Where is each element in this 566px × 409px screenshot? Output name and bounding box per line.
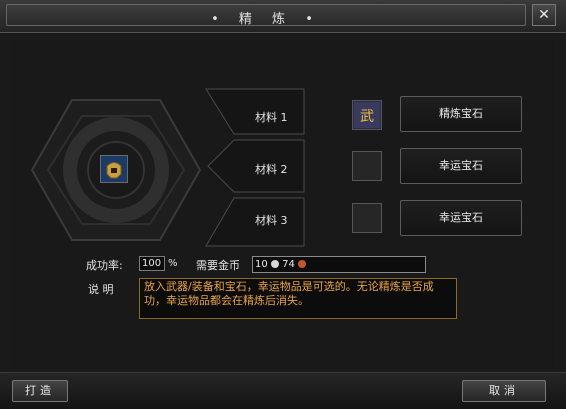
gold-amount: 10 — [255, 259, 268, 270]
material-2-gem-name[interactable]: 幸运宝石 — [400, 148, 522, 184]
gold-required-field: 10 74 — [252, 256, 426, 273]
craft-button[interactable]: 打造 — [12, 380, 68, 402]
close-button[interactable]: ✕ — [532, 4, 556, 26]
weapon-gem-icon: 武 — [354, 102, 380, 128]
success-rate-label: 成功率: — [86, 259, 123, 272]
material-1-slot[interactable]: 武 — [352, 100, 382, 130]
material-3-gem-name[interactable]: 幸运宝石 — [400, 200, 522, 236]
title-plate: • 精 炼 • — [6, 4, 526, 27]
title-bar[interactable]: • 精 炼 • ✕ — [0, 0, 566, 33]
description-box: 放入武器/装备和宝石，幸运物品是可选的。无论精炼是否成功，幸运物品都会在精炼后消… — [139, 278, 457, 319]
close-icon: ✕ — [538, 7, 550, 23]
material-1-gem-name[interactable]: 精炼宝石 — [400, 96, 522, 132]
material-2-label: 材料 2 — [255, 163, 288, 176]
cancel-button[interactable]: 取消 — [462, 380, 546, 402]
refine-window: • 精 炼 • ✕ 材料 1 材料 2 材料 3 武 精炼宝石 幸运宝石 幸运宝… — [0, 0, 566, 409]
percent-sign: % — [168, 258, 178, 269]
success-rate-value: 100 — [139, 256, 165, 271]
silver-coin-icon — [270, 260, 279, 268]
material-1-label: 材料 1 — [255, 111, 288, 124]
material-3-label: 材料 3 — [255, 214, 288, 227]
helmet-icon — [101, 156, 127, 182]
window-title: • 精 炼 • — [211, 12, 321, 27]
weapon-glyph: 武 — [360, 109, 374, 125]
copper-coin-icon — [298, 260, 307, 268]
material-3-slot[interactable] — [352, 203, 382, 233]
material-2-slot[interactable] — [352, 151, 382, 181]
silver-amount: 74 — [282, 259, 295, 270]
description-label: 说 明 — [88, 283, 114, 296]
equipment-slot[interactable] — [100, 155, 128, 183]
gold-required-label: 需要金币 — [196, 259, 240, 272]
